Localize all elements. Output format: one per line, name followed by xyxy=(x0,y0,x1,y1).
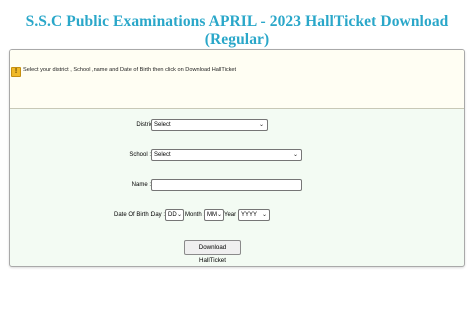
download-hallticket-button[interactable]: Download HallTicket xyxy=(184,240,241,264)
dob-year-label: Year : xyxy=(224,212,240,218)
page-title: S.S.C Public Examinations APRIL - 2023 H… xyxy=(25,13,449,48)
dob-month-label: Month : xyxy=(185,212,206,218)
school-select[interactable]: Select ⌄ xyxy=(151,149,302,161)
school-label: School : xyxy=(129,152,151,158)
chevron-down-icon: ⌄ xyxy=(292,152,298,158)
chevron-down-icon: ⌄ xyxy=(176,212,182,218)
chevron-down-icon: ⌄ xyxy=(216,212,222,218)
name-field[interactable] xyxy=(151,179,302,191)
chevron-down-icon: ⌄ xyxy=(261,212,267,218)
instruction-text: Select your district , School ,name and … xyxy=(23,67,237,73)
dob-label: Date Of Birth : xyxy=(114,212,153,218)
name-label: Name : xyxy=(131,182,151,188)
district-select[interactable]: Select ⌄ xyxy=(151,119,268,131)
chevron-down-icon: ⌄ xyxy=(258,122,264,128)
warning-icon: ! xyxy=(11,67,21,77)
instruction-notice: ! Select your district , School ,name an… xyxy=(10,50,464,109)
dob-month-select[interactable]: MM ⌄ xyxy=(204,209,224,221)
dob-month-value: MM xyxy=(207,212,217,218)
district-select-value: Select xyxy=(154,122,171,128)
dob-year-select[interactable]: YYYY ⌄ xyxy=(238,209,270,221)
dob-year-value: YYYY xyxy=(241,212,258,218)
dob-day-select[interactable]: DD ⌄ xyxy=(165,209,184,221)
school-select-value: Select xyxy=(154,152,171,158)
dob-day-value: DD xyxy=(168,212,177,218)
hallticket-form-panel: ! Select your district , School ,name an… xyxy=(9,49,465,267)
dob-day-label: Day : xyxy=(151,212,166,218)
